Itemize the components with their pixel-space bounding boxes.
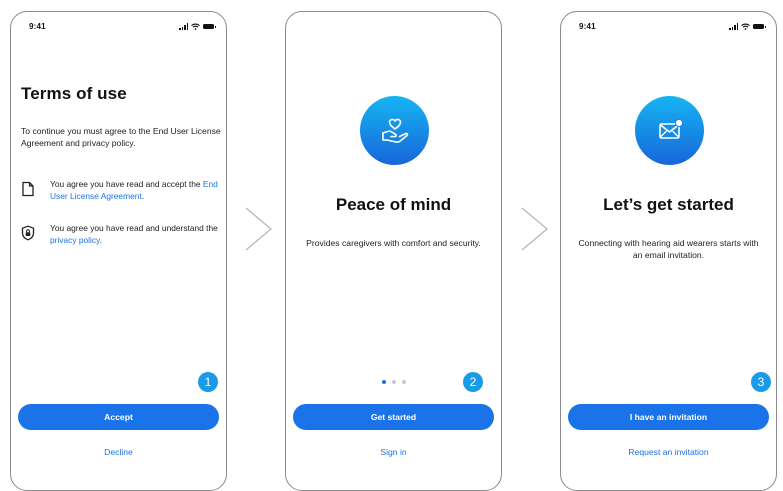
eula-agreement-text: You agree you have read and accept the E… (50, 179, 226, 202)
lock-shield-icon (21, 225, 35, 241)
row-text-before: You agree you have read and accept the (50, 179, 203, 189)
mail-notification-icon (635, 96, 704, 165)
chevron-right-icon (245, 207, 273, 251)
page-dot-active[interactable] (381, 380, 386, 384)
wifi-icon (191, 23, 200, 30)
chevron-right-icon (521, 207, 549, 251)
phone-screen-peace-of-mind: Peace of mind Provides caregivers with c… (285, 11, 502, 491)
page-dot[interactable] (401, 380, 406, 384)
privacy-policy-link[interactable]: privacy policy (50, 235, 100, 245)
status-time: 9:41 (29, 22, 46, 31)
phone-screen-terms: 9:41 Terms of use To continue you must a… (10, 11, 227, 491)
decline-link[interactable]: Decline (11, 447, 226, 457)
page-title: Terms of use (21, 84, 127, 103)
battery-icon (753, 24, 766, 29)
row-text-after: . (141, 190, 145, 201)
status-time: 9:41 (579, 22, 596, 31)
wifi-icon (741, 23, 750, 30)
page-title: Let’s get started (603, 195, 734, 214)
step-badge: 3 (751, 372, 771, 392)
row-text-after: . (99, 234, 102, 245)
signal-icon (179, 23, 188, 30)
step-badge: 2 (463, 372, 483, 392)
status-icons (179, 23, 216, 30)
heart-hand-icon (360, 96, 429, 165)
mail-glyph (658, 118, 683, 139)
phone-screen-get-started: 9:41 Let’s get started Connecting with h… (560, 11, 777, 491)
status-icons (729, 23, 766, 30)
status-bar: 9:41 (579, 22, 766, 34)
privacy-agreement-text: You agree you have read and understand t… (50, 223, 226, 246)
privacy-agreement-row: You agree you have read and understand t… (21, 223, 226, 253)
heart-hand-glyph (381, 118, 408, 143)
battery-icon (203, 24, 216, 29)
page-dot[interactable] (391, 380, 396, 384)
description-text: Provides caregivers with comfort and sec… (306, 238, 481, 248)
get-started-button[interactable]: Get started (293, 404, 494, 430)
signal-icon (729, 23, 738, 30)
status-bar: 9:41 (29, 22, 216, 34)
description-text: Connecting with hearing aid wearers star… (578, 238, 759, 260)
request-invitation-link[interactable]: Request an invitation (561, 447, 776, 457)
sign-in-link[interactable]: Sign in (286, 447, 501, 457)
accept-button[interactable]: Accept (18, 404, 219, 430)
page-title: Peace of mind (335, 195, 452, 214)
row-text-before: You agree you have read and understand t… (50, 223, 218, 233)
intro-text: To continue you must agree to the End Us… (21, 126, 221, 148)
eula-agreement-row: You agree you have read and accept the E… (21, 179, 226, 209)
document-icon (22, 181, 34, 197)
step-badge: 1 (198, 372, 218, 392)
have-invitation-button[interactable]: I have an invitation (568, 404, 769, 430)
